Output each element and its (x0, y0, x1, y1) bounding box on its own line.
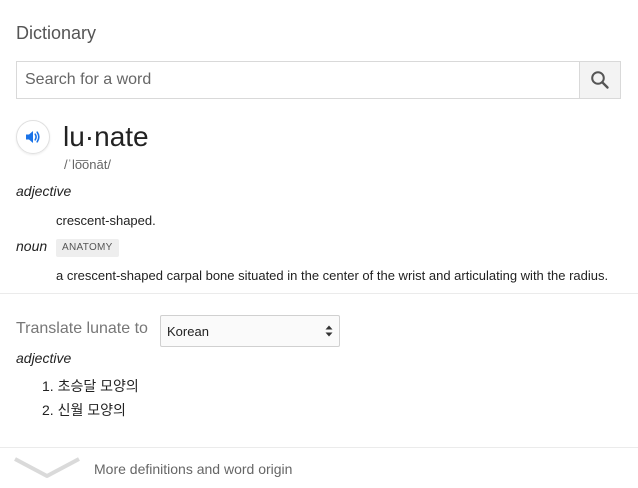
part-of-speech-adjective: adjective (16, 183, 72, 199)
definition-adjective: crescent-shaped. (56, 213, 156, 228)
footer-divider (0, 447, 638, 448)
subject-tag: ANATOMY (56, 239, 119, 257)
section-divider (0, 293, 638, 294)
translation-item: 1. 초승달 모양의 (42, 378, 139, 394)
translation-item: 2. 신월 모양의 (42, 402, 126, 418)
search-button[interactable] (579, 62, 620, 98)
search-bar (16, 61, 621, 99)
headword: lu·nate (63, 121, 149, 152)
pronounce-button[interactable] (16, 120, 50, 154)
speaker-icon (26, 131, 40, 143)
search-input[interactable] (17, 62, 597, 98)
select-arrows-icon (325, 325, 333, 337)
language-select-value: Korean (167, 324, 209, 339)
expand-chevron-icon[interactable] (13, 455, 81, 479)
more-definitions-link[interactable]: More definitions and word origin (94, 461, 292, 477)
language-select[interactable]: Korean (160, 315, 340, 347)
dictionary-card: Dictionary lu·nate /ˈlo͞onāt/ adjective … (0, 0, 638, 488)
card-title: Dictionary (16, 23, 97, 43)
phonetic: /ˈlo͞onāt/ (64, 157, 111, 172)
translation-part-of-speech: adjective (16, 350, 72, 366)
definition-noun: a crescent-shaped carpal bone situated i… (56, 268, 609, 283)
search-icon (591, 71, 609, 89)
part-of-speech-noun: noun (16, 238, 48, 254)
translate-label: Translate lunate to (16, 320, 148, 337)
